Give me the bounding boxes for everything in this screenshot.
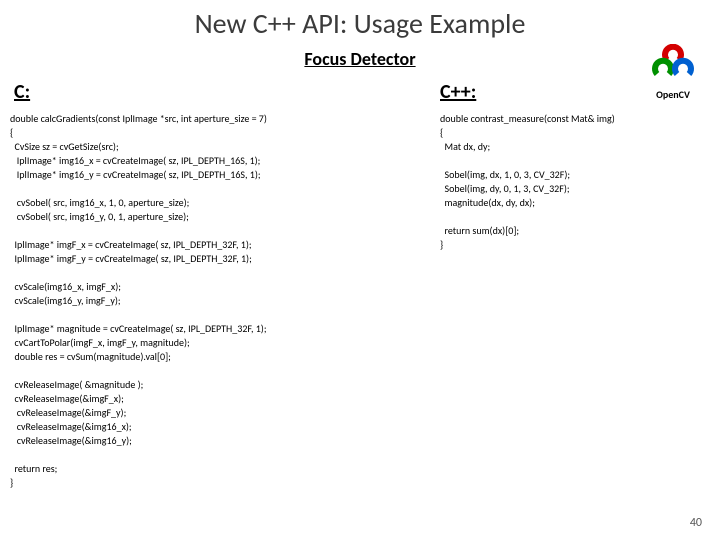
opencv-logo-icon <box>644 44 702 82</box>
code-block-c: double calcGradients(const IplImage *src… <box>10 112 410 490</box>
column-header-cpp: C++: <box>440 80 476 104</box>
code-block-cpp: double contrast_measure(const Mat& img) … <box>440 112 700 252</box>
opencv-logo-label: OpenCV <box>644 88 702 101</box>
page-number: 40 <box>690 516 702 530</box>
column-header-c: C: <box>14 80 30 104</box>
slide: New C++ API: Usage Example Focus Detecto… <box>0 0 720 540</box>
slide-subtitle: Focus Detector <box>0 48 720 70</box>
slide-title: New C++ API: Usage Example <box>0 6 720 41</box>
opencv-logo: OpenCV <box>644 44 702 101</box>
